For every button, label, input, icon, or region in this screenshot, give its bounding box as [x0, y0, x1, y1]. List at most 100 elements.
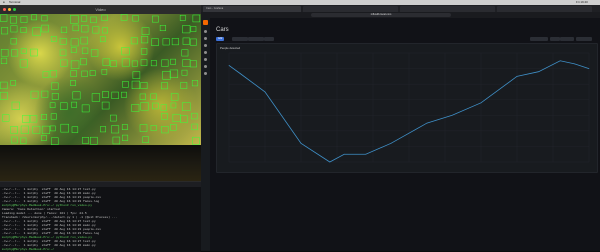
connections-icon[interactable]	[204, 65, 207, 68]
face-box	[141, 36, 149, 44]
face-box	[102, 58, 110, 66]
face-box	[121, 58, 130, 67]
face-box	[100, 126, 107, 133]
face-box	[71, 126, 79, 133]
face-box	[32, 125, 41, 134]
face-box	[60, 59, 68, 67]
face-box	[191, 80, 199, 87]
face-box	[170, 124, 177, 131]
face-box	[19, 59, 28, 68]
face-box	[179, 14, 186, 21]
face-box	[110, 114, 117, 122]
toolbar-button[interactable]	[248, 37, 264, 41]
toolbar-button[interactable]	[232, 37, 248, 41]
starred-icon[interactable]	[204, 37, 207, 40]
face-box	[150, 93, 157, 100]
face-box	[91, 93, 101, 102]
data-point	[559, 60, 561, 62]
address-bar[interactable]: influxdb.local.com	[311, 13, 451, 17]
face-box	[182, 102, 191, 111]
data-point	[343, 153, 345, 155]
face-detection-boxes	[0, 14, 201, 145]
face-box	[51, 137, 59, 145]
face-box	[0, 91, 8, 100]
face-box	[41, 24, 49, 33]
face-box	[191, 112, 198, 120]
face-box	[41, 125, 51, 134]
alerting-icon[interactable]	[204, 58, 207, 61]
face-box	[70, 47, 77, 53]
face-box	[70, 38, 79, 47]
face-box	[131, 104, 140, 112]
explore-icon[interactable]	[204, 51, 207, 54]
settings-gear-icon[interactable]	[264, 37, 274, 41]
face-box	[130, 37, 138, 45]
zoom-out-icon[interactable]	[550, 37, 560, 41]
dashboards-icon[interactable]	[204, 44, 207, 47]
face-box	[180, 115, 188, 123]
face-box	[70, 60, 80, 69]
face-box	[161, 112, 168, 120]
face-box	[159, 24, 166, 32]
face-box	[181, 69, 188, 76]
face-box	[121, 91, 127, 98]
face-box	[49, 70, 58, 78]
face-box	[141, 27, 150, 35]
face-box	[170, 93, 179, 101]
face-box	[162, 71, 171, 80]
face-box	[51, 93, 59, 100]
timeseries-panel[interactable]: People detected	[216, 43, 598, 173]
face-box	[101, 14, 108, 21]
face-box	[90, 49, 99, 57]
face-box	[50, 113, 57, 120]
face-box	[59, 49, 67, 57]
data-point	[390, 143, 392, 144]
face-box	[32, 27, 41, 36]
search-icon[interactable]	[204, 30, 207, 33]
face-box	[132, 71, 141, 79]
face-box	[191, 123, 198, 131]
face-box	[31, 14, 37, 21]
dashboard-title[interactable]: Cars	[216, 27, 229, 33]
grafana-logo-icon[interactable]	[203, 20, 208, 25]
video-lower-area	[0, 145, 201, 181]
face-box	[102, 91, 109, 98]
data-point	[329, 161, 331, 163]
face-box	[41, 90, 49, 98]
face-box	[41, 114, 48, 120]
add-button[interactable]: Add	[216, 37, 225, 41]
data-point	[264, 91, 266, 93]
face-box	[2, 114, 10, 122]
time-range-picker[interactable]	[530, 37, 548, 41]
face-box	[161, 59, 169, 67]
face-box	[30, 90, 39, 99]
face-box	[99, 36, 106, 43]
face-box	[0, 81, 8, 90]
face-box	[60, 102, 68, 110]
share-button[interactable]	[576, 37, 592, 41]
browser-window: Cars - Grafana influxdb.local.com Cars A…	[201, 5, 600, 251]
data-point	[365, 153, 367, 155]
face-box	[81, 104, 90, 113]
face-box	[20, 137, 27, 144]
face-box	[131, 60, 138, 67]
face-box	[140, 59, 148, 66]
face-box	[172, 113, 181, 122]
refresh-button[interactable]	[560, 37, 574, 41]
data-point	[516, 76, 518, 77]
admin-gear-icon[interactable]	[204, 72, 207, 75]
face-box	[9, 16, 18, 24]
face-box	[139, 93, 146, 100]
face-box	[20, 27, 27, 33]
face-box	[182, 37, 190, 45]
data-point	[426, 122, 428, 124]
video-window-title: Video	[95, 7, 106, 12]
face-box	[120, 14, 128, 21]
data-point	[480, 102, 482, 104]
terminal-window[interactable]: -rw-r--r-- 1 murphy staff 20 Aug 16 14:2…	[0, 181, 201, 252]
face-box	[10, 80, 17, 86]
face-box	[51, 82, 59, 90]
timeseries-chart	[228, 52, 590, 163]
face-box	[150, 125, 157, 131]
face-box	[81, 70, 88, 77]
